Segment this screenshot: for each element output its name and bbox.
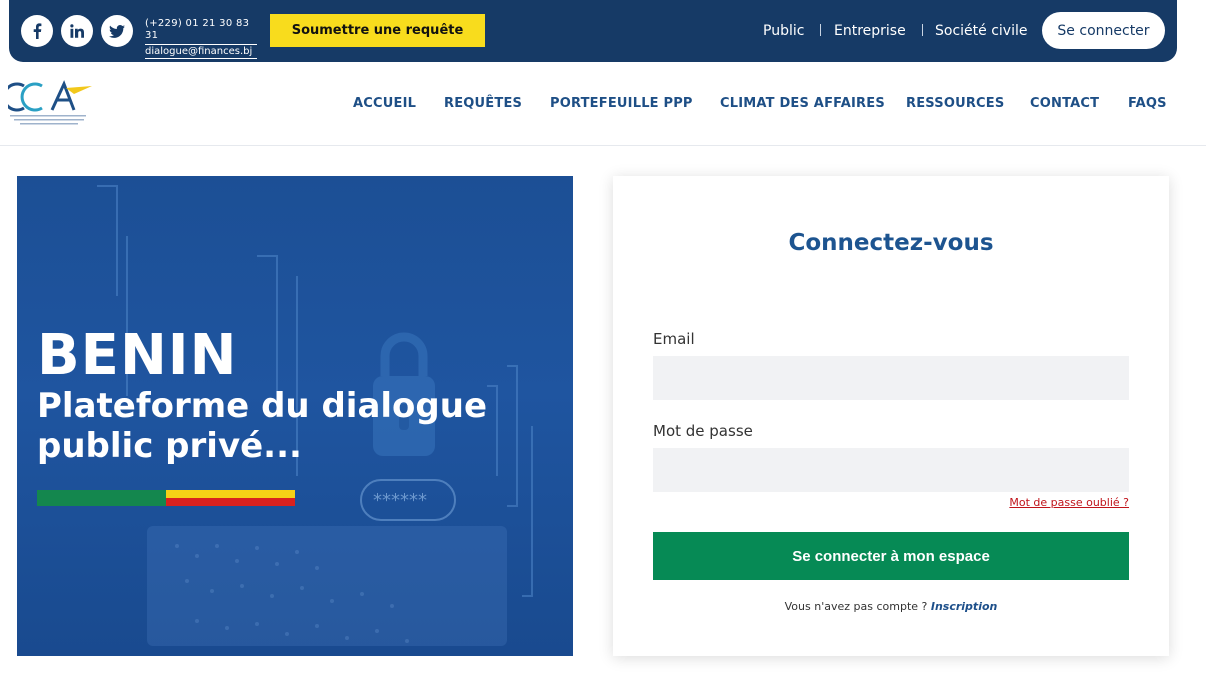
facebook-icon (33, 23, 42, 39)
hero-banner: ****** BENIN Plateforme du dialogue publ… (17, 176, 573, 656)
signup-link[interactable]: Inscription (931, 600, 997, 613)
login-button[interactable]: Se connecter (1042, 12, 1165, 49)
email-field[interactable] (653, 356, 1129, 400)
nav-portefeuille-ppp[interactable]: PORTEFEUILLE PPP (550, 96, 693, 111)
divider (922, 24, 923, 36)
phone-number[interactable]: (+229) 01 21 30 83 31 (145, 18, 257, 45)
signup-prompt: Vous n'avez pas compte ? Inscription (613, 600, 1169, 613)
password-label: Mot de passe (653, 422, 753, 440)
submit-request-button[interactable]: Soumettre une requête (270, 14, 485, 47)
contact-email[interactable]: dialogue@finances.bj (145, 45, 257, 59)
nav-requetes[interactable]: REQUÊTES (444, 96, 522, 111)
audience-link-entreprise[interactable]: Entreprise (834, 22, 906, 40)
login-card: Connectez-vous Email Mot de passe Mot de… (613, 176, 1169, 656)
nav-ressources[interactable]: RESSOURCES (906, 96, 1004, 111)
nav-contact[interactable]: CONTACT (1030, 96, 1099, 111)
audience-link-societe-civile[interactable]: Société civile (935, 22, 1027, 40)
svg-text:******: ****** (373, 490, 427, 511)
twitter-link[interactable] (101, 15, 133, 47)
page: (+229) 01 21 30 83 31 dialogue@finances.… (0, 0, 1206, 691)
login-title: Connectez-vous (788, 230, 994, 256)
hero-title: BENIN (37, 323, 238, 388)
nav-climat-des-affaires[interactable]: CLIMAT DES AFFAIRES (720, 96, 885, 111)
password-field[interactable] (653, 448, 1129, 492)
divider (820, 24, 821, 36)
contact-info: (+229) 01 21 30 83 31 dialogue@finances.… (145, 18, 257, 59)
cca-logo[interactable] (8, 78, 98, 128)
benin-flag-stripe (37, 490, 295, 506)
no-account-text: Vous n'avez pas compte ? (784, 600, 928, 613)
nav-accueil[interactable]: ACCUEIL (353, 96, 416, 111)
twitter-icon (109, 24, 125, 38)
top-bar: (+229) 01 21 30 83 31 dialogue@finances.… (9, 0, 1177, 62)
main-header: ACCUEIL REQUÊTES PORTEFEUILLE PPP CLIMAT… (0, 62, 1206, 146)
forgot-password-link[interactable]: Mot de passe oublié ? (1009, 496, 1129, 509)
flag-red (166, 498, 295, 506)
linkedin-icon (70, 24, 84, 38)
nav-faqs[interactable]: FAQS (1128, 96, 1167, 111)
facebook-link[interactable] (21, 15, 53, 47)
linkedin-link[interactable] (61, 15, 93, 47)
connect-button[interactable]: Se connecter à mon espace (653, 532, 1129, 580)
audience-link-public[interactable]: Public (763, 22, 804, 40)
hero-subtitle: Plateforme du dialogue public privé... (37, 386, 488, 466)
flag-green (37, 490, 166, 506)
email-label: Email (653, 330, 695, 348)
flag-yellow (166, 490, 295, 498)
